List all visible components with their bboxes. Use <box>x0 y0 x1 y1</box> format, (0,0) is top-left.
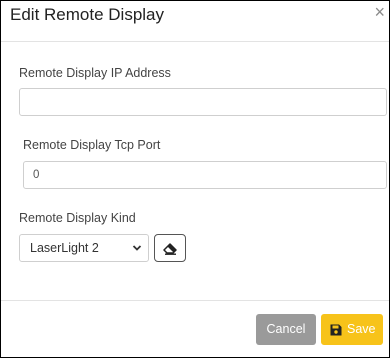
display-kind-select[interactable]: LaserLight 2 <box>19 234 149 262</box>
save-icon <box>330 324 342 336</box>
cancel-button[interactable]: Cancel <box>256 314 316 345</box>
display-kind-value: LaserLight 2 <box>30 241 99 255</box>
ip-address-label: Remote Display IP Address <box>19 66 171 80</box>
tcp-port-label: Remote Display Tcp Port <box>23 138 161 152</box>
footer-divider <box>1 300 389 301</box>
tcp-port-input[interactable] <box>23 161 387 189</box>
eraser-icon <box>163 243 177 255</box>
clear-kind-button[interactable] <box>154 234 186 262</box>
save-button[interactable]: Save <box>321 314 383 345</box>
header-divider <box>1 41 389 42</box>
save-button-label: Save <box>347 322 376 336</box>
dialog-title: Edit Remote Display <box>10 5 165 24</box>
edit-remote-display-dialog: Edit Remote Display × Remote Display IP … <box>0 0 390 358</box>
chevron-down-icon <box>132 245 142 251</box>
ip-address-input[interactable] <box>19 88 387 116</box>
close-icon[interactable]: × <box>374 3 385 21</box>
display-kind-label: Remote Display Kind <box>19 211 136 225</box>
